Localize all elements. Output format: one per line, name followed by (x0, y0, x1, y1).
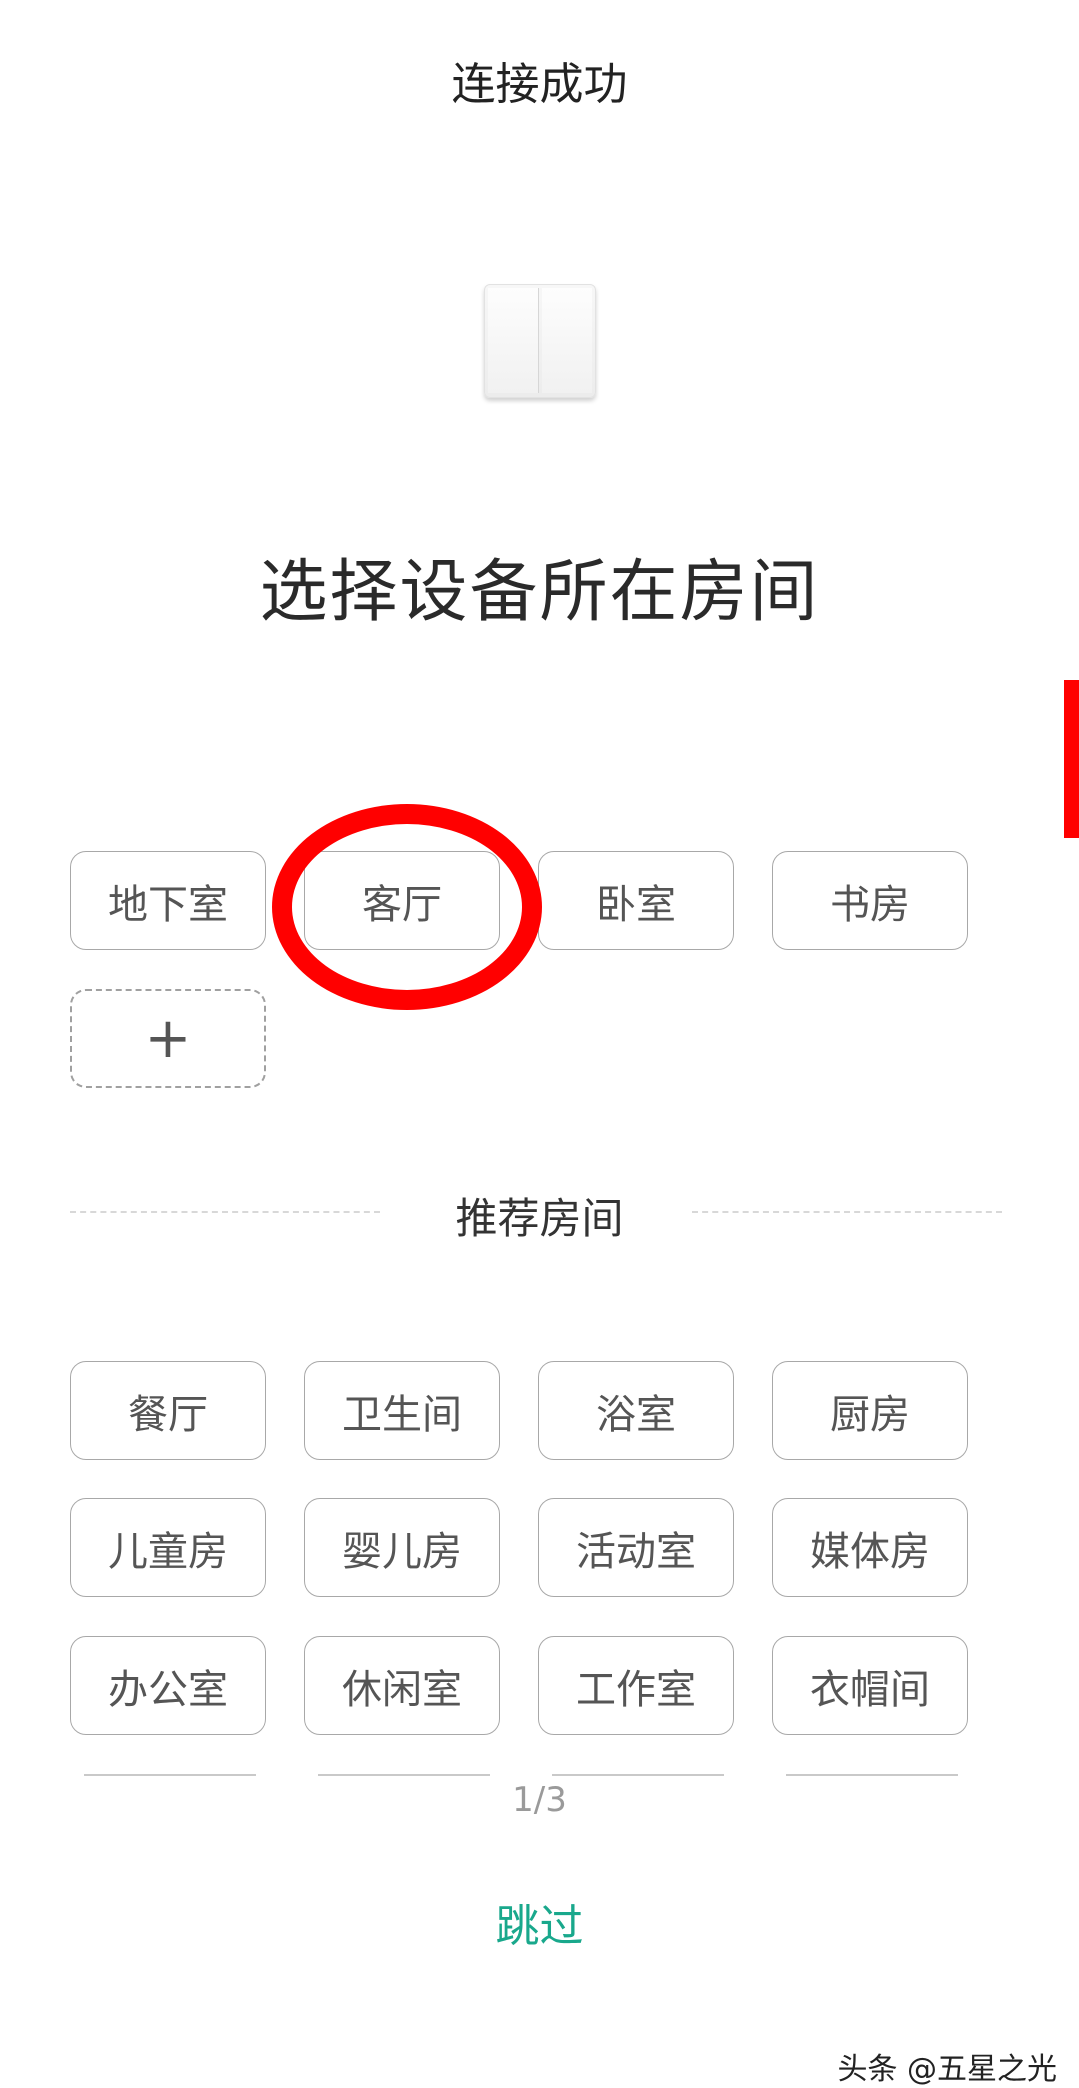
room-chip-study[interactable]: 书房 (772, 851, 968, 950)
recommended-room-chip[interactable]: 儿童房 (70, 1498, 266, 1597)
add-room-button[interactable]: + (70, 989, 266, 1088)
room-chip-bedroom[interactable]: 卧室 (538, 851, 734, 950)
recommended-room-chip[interactable]: 衣帽间 (772, 1636, 968, 1735)
recommended-room-chip[interactable]: 浴室 (538, 1361, 734, 1460)
switch-device-image (484, 284, 596, 398)
watermark: 头条 @五星之光 (837, 2052, 1057, 2087)
next-row-edge (786, 1774, 958, 1776)
recommended-room-chip[interactable]: 办公室 (70, 1636, 266, 1735)
recommended-rooms-title: 推荐房间 (455, 1194, 624, 1243)
recommended-room-chip[interactable]: 厨房 (772, 1361, 968, 1460)
recommended-room-chip[interactable]: 餐厅 (70, 1361, 266, 1460)
recommended-room-chip[interactable]: 工作室 (538, 1636, 734, 1735)
next-row-edge (318, 1774, 490, 1776)
section-divider-right (692, 1211, 1002, 1213)
select-room-heading: 选择设备所在房间 (259, 553, 820, 632)
recommended-room-chip[interactable]: 媒体房 (772, 1498, 968, 1597)
next-row-edge (552, 1774, 724, 1776)
page-indicator: 1/3 (512, 1780, 567, 1820)
room-chip-basement[interactable]: 地下室 (70, 851, 266, 950)
room-chip-living-room[interactable]: 客厅 (304, 851, 500, 950)
recommended-room-chip[interactable]: 活动室 (538, 1498, 734, 1597)
recommended-room-chip[interactable]: 休闲室 (304, 1636, 500, 1735)
plus-icon: + (144, 1005, 192, 1071)
recommended-room-chip[interactable]: 婴儿房 (304, 1498, 500, 1597)
recommended-room-chip[interactable]: 卫生间 (304, 1361, 500, 1460)
switch-left-panel (488, 288, 539, 393)
switch-right-panel (542, 288, 592, 393)
page-title: 连接成功 (451, 59, 628, 110)
skip-button[interactable]: 跳过 (0, 1890, 1079, 1954)
red-edge-marker (1064, 680, 1079, 838)
next-row-edge (84, 1774, 256, 1776)
